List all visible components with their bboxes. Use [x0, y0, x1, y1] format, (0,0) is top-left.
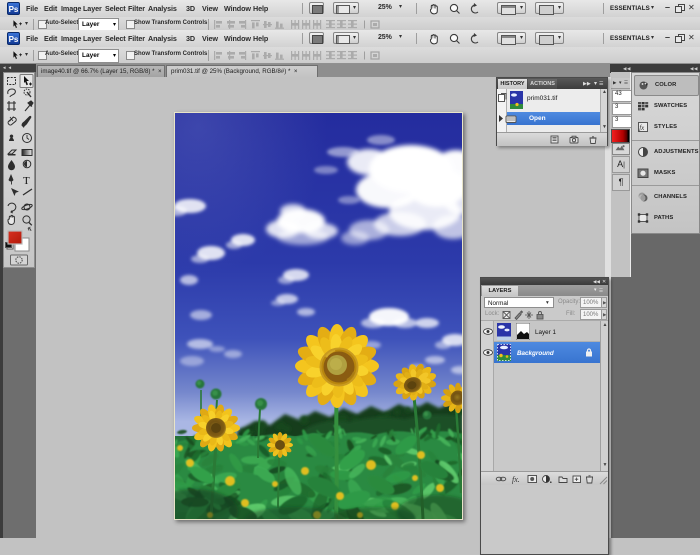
svg-text:fx.: fx. [512, 475, 520, 484]
svg-text:T: T [23, 175, 30, 187]
svg-text:fx: fx [639, 124, 645, 132]
